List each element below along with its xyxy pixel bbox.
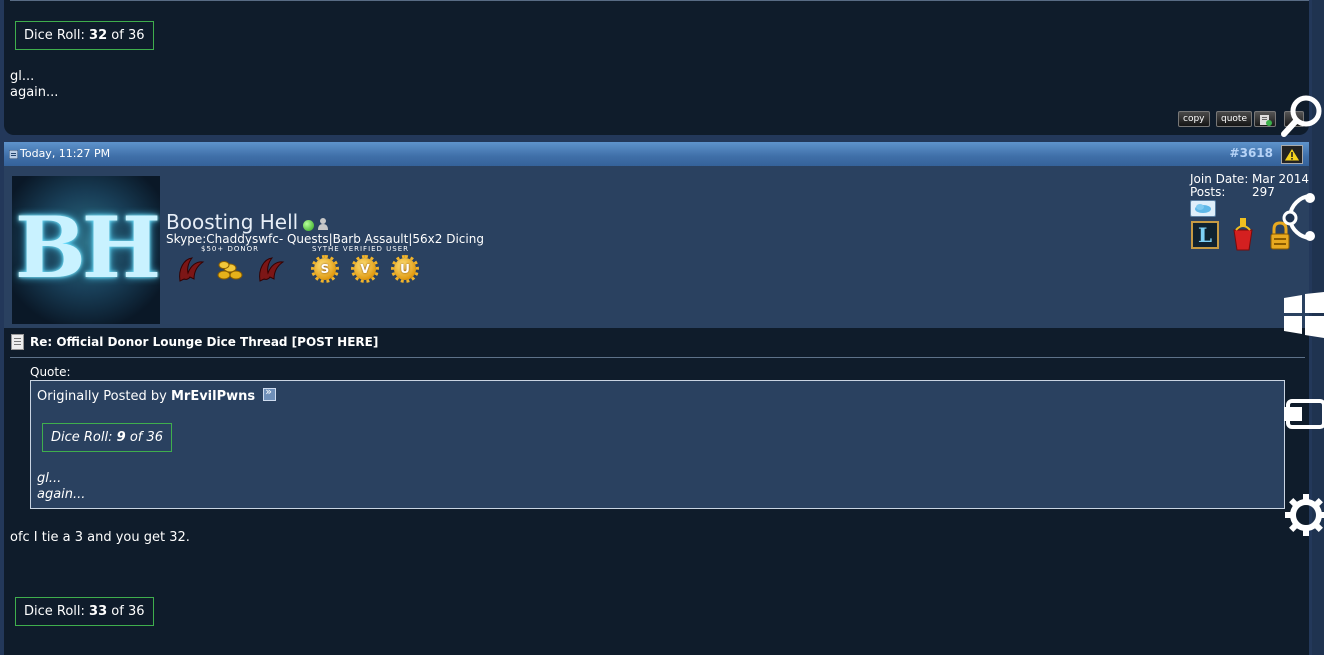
multiquote-icon[interactable] (1254, 111, 1276, 127)
verified-label: SYTHE VERIFIED USER (312, 245, 410, 253)
dice-roll-total: of 36 (111, 604, 145, 619)
quote-label: Quote: (30, 365, 71, 379)
dice-roll-total: of 36 (129, 430, 164, 445)
post-message: gl... again... (10, 69, 58, 101)
settings-icon[interactable] (1284, 493, 1324, 537)
document-icon (11, 334, 24, 350)
quote-attribution: Originally Posted by MrEvilPwns (37, 385, 277, 404)
profile-icon[interactable] (317, 217, 329, 230)
devices-icon[interactable] (1284, 395, 1324, 433)
user-title: Skype:Chaddyswfc- Quests|Barb Assault|56… (166, 232, 484, 246)
post-header: Today, 11:27 PM #3618 (4, 142, 1309, 166)
dice-roll-box: Dice Roll: 32 of 36 (15, 21, 154, 50)
share-icon[interactable] (1280, 190, 1324, 242)
dice-roll-box: Dice Roll: 33 of 36 (15, 597, 154, 626)
quoted-dice-roll-box: Dice Roll: 9 of 36 (42, 423, 173, 452)
claw-icon (179, 257, 205, 282)
post-date: Today, 11:27 PM (20, 147, 111, 160)
league-badge-icon: L (1191, 221, 1219, 249)
quote-button[interactable]: quote (1216, 111, 1252, 127)
avatar[interactable]: BH (12, 176, 160, 324)
username-link[interactable]: Boosting Hell (166, 210, 298, 234)
post-title: Re: Official Donor Lounge Dice Thread [P… (30, 335, 379, 349)
divider (10, 0, 1309, 1)
message-line: again... (37, 487, 86, 502)
dice-roll-value: 32 (89, 28, 108, 43)
coins-icon (217, 261, 243, 280)
dice-roll-label: Dice Roll: (24, 28, 85, 43)
avatar-text: BH (14, 198, 160, 297)
medal-letter: S (314, 258, 336, 280)
post-number-link[interactable]: #3618 (1230, 146, 1273, 160)
report-icon[interactable] (1281, 145, 1303, 164)
divider (10, 357, 1305, 358)
quoted-message: gl... again... (37, 471, 85, 503)
originally-posted-by: Originally Posted by (37, 389, 167, 404)
posts-value: 297 (1252, 185, 1275, 199)
verified-medal-v: V (351, 255, 379, 283)
windows-icon[interactable] (1284, 292, 1324, 338)
medal-letter: V (354, 258, 376, 280)
view-post-icon[interactable] (263, 385, 277, 401)
cloud-icon (1190, 200, 1216, 217)
dice-roll-value: 33 (89, 604, 108, 619)
online-status-icon (303, 220, 314, 231)
verified-medal-s: S (311, 255, 339, 283)
dice-roll-label: Dice Roll: (24, 604, 85, 619)
message-line: gl... (37, 471, 62, 486)
post-icon (9, 150, 18, 159)
message-line: again... (10, 85, 59, 100)
donor-label: $50+ DONOR (201, 245, 259, 253)
quote-box: Originally Posted by MrEvilPwns Dice Rol… (30, 380, 1285, 509)
dice-roll-value: 9 (116, 430, 126, 445)
verified-medal-u: U (391, 255, 419, 283)
search-icon[interactable] (1280, 92, 1324, 138)
post-message: ofc I tie a 3 and you get 32. (10, 530, 190, 545)
post-body: Re: Official Donor Lounge Dice Thread [P… (4, 328, 1309, 655)
dice-roll-total: of 36 (111, 28, 145, 43)
posts-label: Posts: (1190, 185, 1226, 199)
medal-letter: U (394, 258, 416, 280)
copy-button[interactable]: copy (1178, 111, 1210, 127)
message-line: gl... (10, 69, 35, 84)
bucket-icon (1233, 218, 1253, 251)
claw-icon (259, 257, 285, 282)
quote-author: MrEvilPwns (170, 389, 256, 404)
thread-page: Dice Roll: 32 of 36 gl... again... copy … (0, 0, 1312, 655)
user-info: BH Boosting Hell Skype:Chaddyswfc- Quest… (4, 166, 1309, 328)
dice-roll-label: Dice Roll: (51, 430, 113, 445)
previous-post: Dice Roll: 32 of 36 gl... again... copy … (4, 0, 1309, 135)
